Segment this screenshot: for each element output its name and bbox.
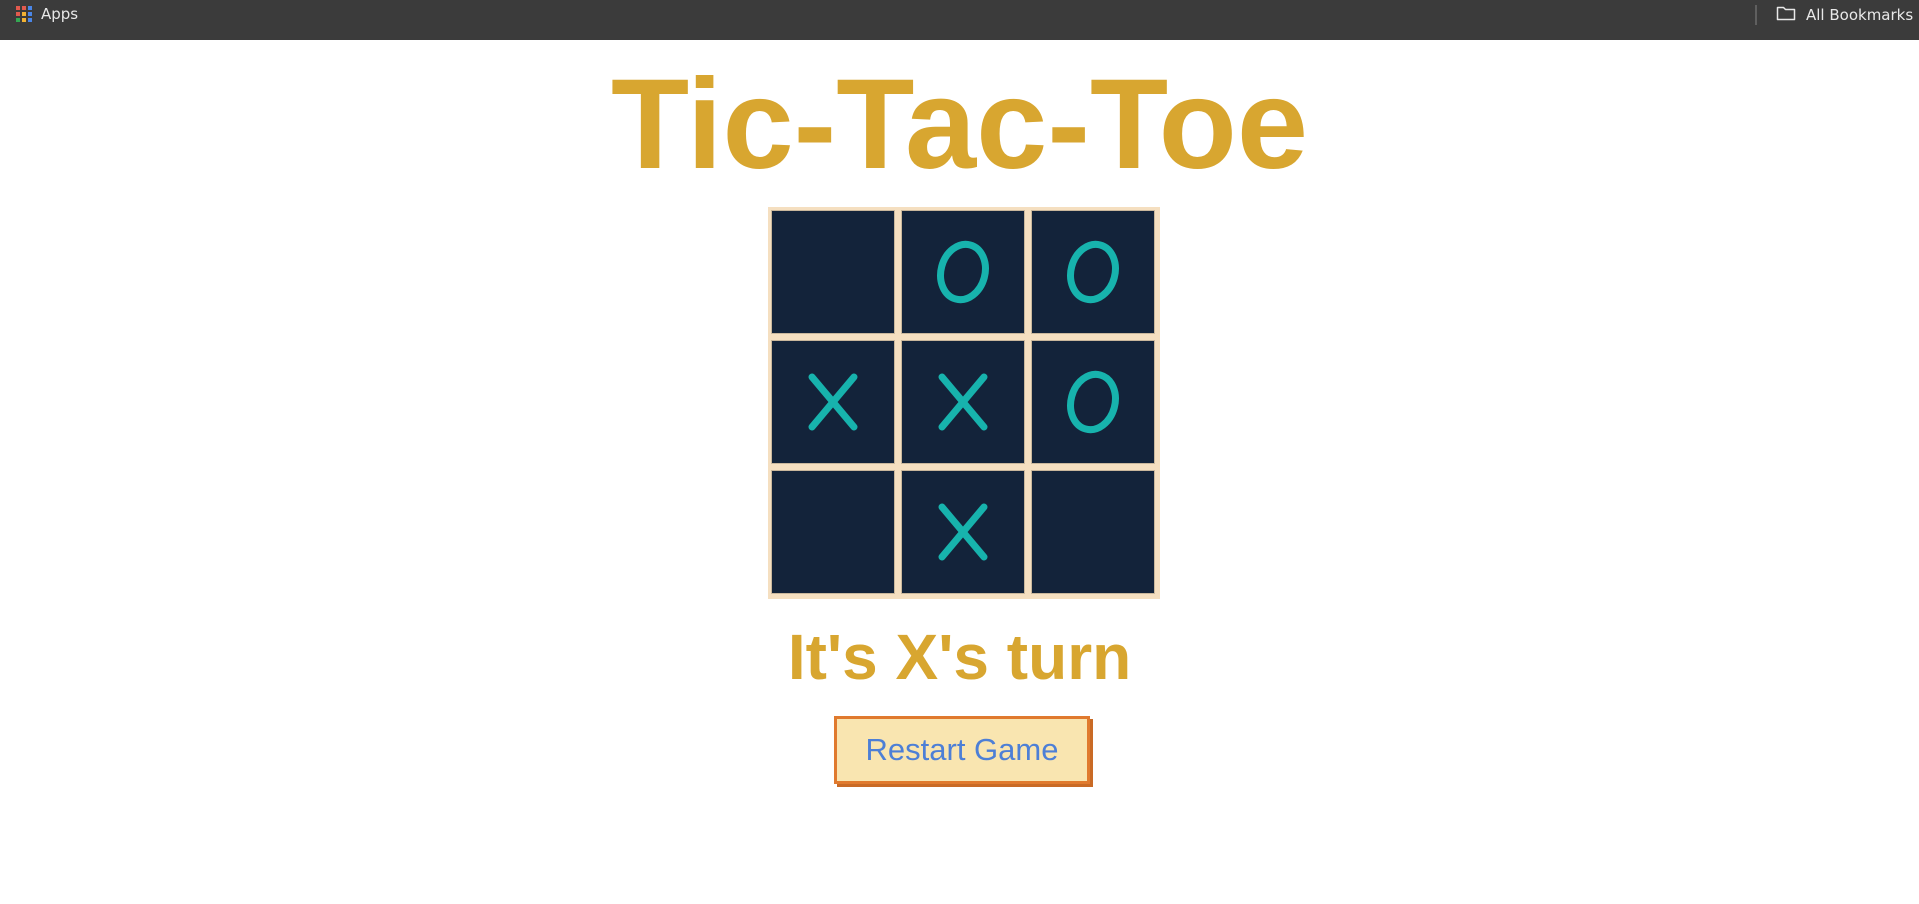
page-title: Tic-Tac-Toe [611, 53, 1308, 196]
x-mark-icon [808, 373, 858, 431]
board-cell-1[interactable] [771, 210, 895, 334]
x-mark-icon [938, 373, 988, 431]
apps-label: Apps [41, 5, 79, 23]
bookmarks-bar: Apps All Bookmarks [0, 0, 1919, 40]
board-cell-2[interactable] [901, 210, 1025, 334]
board-cell-5[interactable] [901, 340, 1025, 464]
bookmarks-divider [1755, 5, 1757, 25]
board-cell-8[interactable] [901, 470, 1025, 594]
folder-icon [1776, 5, 1796, 25]
all-bookmarks-label: All Bookmarks [1806, 6, 1914, 24]
all-bookmarks-button[interactable]: All Bookmarks [1776, 5, 1913, 25]
game-board [768, 207, 1160, 599]
board-cell-6[interactable] [1031, 340, 1155, 464]
o-mark-icon [1067, 370, 1119, 434]
x-mark-icon [938, 503, 988, 561]
board-cell-3[interactable] [1031, 210, 1155, 334]
board-cell-9[interactable] [1031, 470, 1155, 594]
board-cell-4[interactable] [771, 340, 895, 464]
restart-game-button[interactable]: Restart Game [834, 716, 1090, 784]
board-cell-7[interactable] [771, 470, 895, 594]
apps-shortcut[interactable]: Apps [16, 5, 78, 23]
o-mark-icon [1067, 240, 1119, 304]
apps-grid-icon [16, 6, 32, 22]
o-mark-icon [937, 240, 989, 304]
turn-status: It's X's turn [787, 621, 1132, 693]
